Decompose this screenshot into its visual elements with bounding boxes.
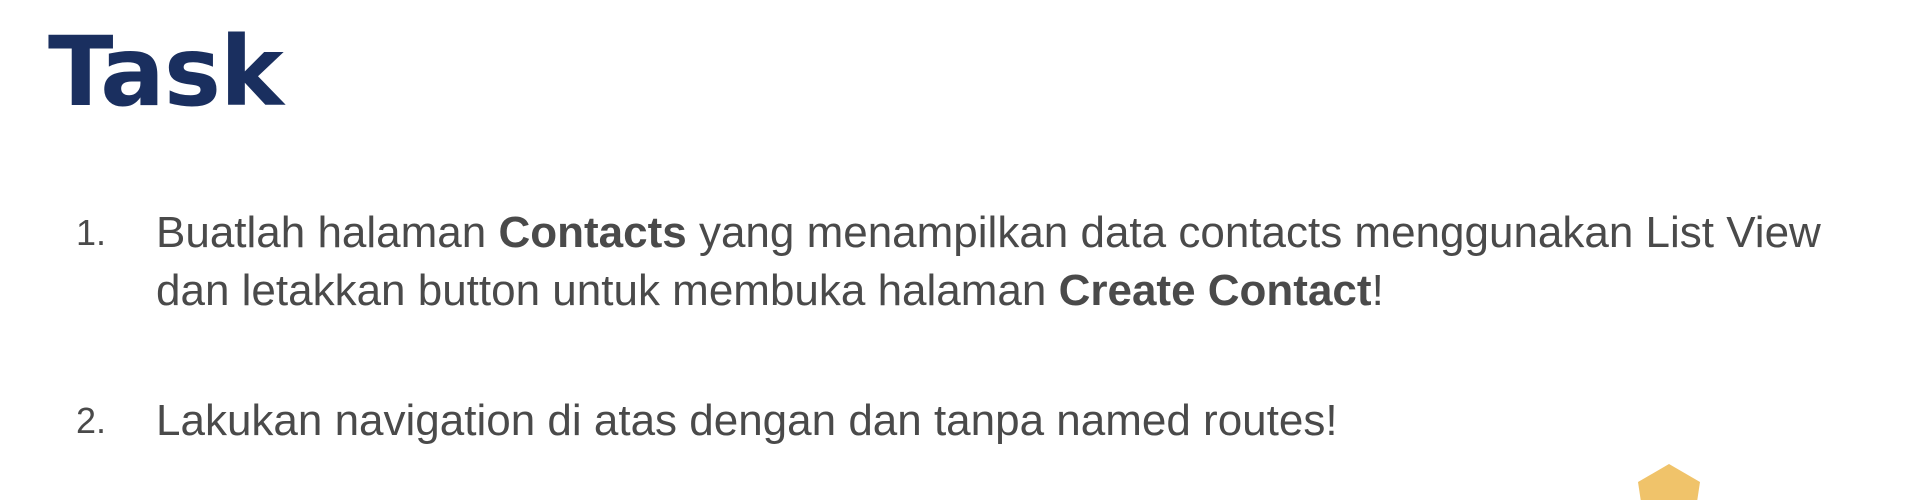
text-run: Lakukan navigation di atas dengan dan ta… — [156, 396, 1338, 445]
slide: Task 1. Buatlah halaman Contacts yang me… — [0, 0, 1918, 500]
task-number: 1. — [76, 212, 107, 253]
task-text: Buatlah halaman Contacts yang menampilka… — [156, 208, 1821, 315]
emphasis-contacts: Contacts — [498, 208, 687, 257]
pentagon-shape — [1638, 464, 1700, 500]
task-text: Lakukan navigation di atas dengan dan ta… — [156, 396, 1338, 445]
task-item-2: 2. Lakukan navigation di atas dengan dan… — [76, 392, 1876, 450]
slide-title: Task — [48, 16, 284, 128]
task-list: 1. Buatlah halaman Contacts yang menampi… — [76, 204, 1876, 450]
text-run: Buatlah halaman — [156, 208, 499, 257]
decorative-pentagon-icon — [1638, 464, 1700, 500]
task-item-1: 1. Buatlah halaman Contacts yang menampi… — [76, 204, 1876, 320]
emphasis-create-contact: Create Contact — [1058, 266, 1372, 315]
text-run: ! — [1371, 266, 1384, 315]
task-number: 2. — [76, 400, 107, 441]
